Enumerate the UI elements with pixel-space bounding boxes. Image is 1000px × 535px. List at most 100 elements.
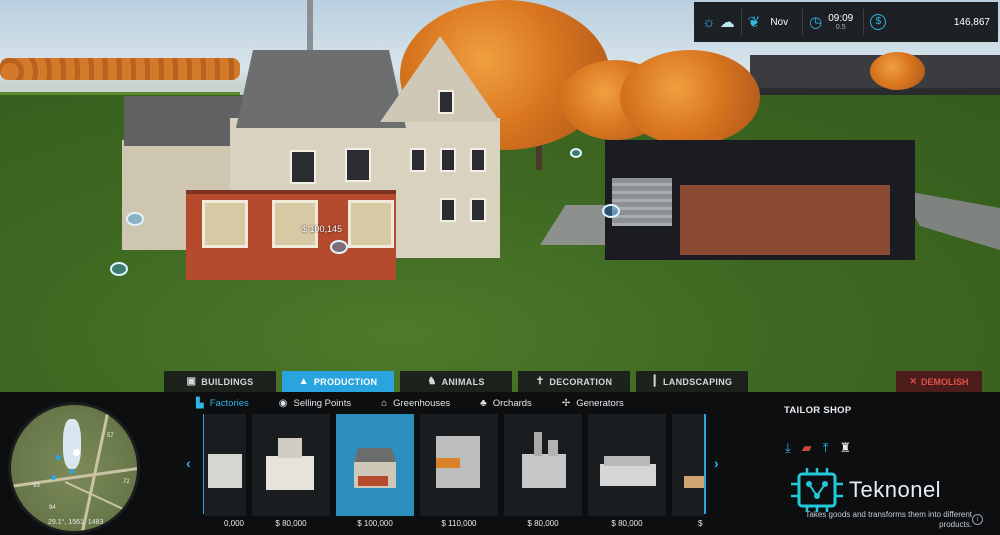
subcat-label: Greenhouses xyxy=(393,398,451,409)
mart-garage-door xyxy=(612,178,672,226)
tab-label: BUILDINGS xyxy=(201,376,254,387)
minimap[interactable]: 57 72 93 94 xyxy=(8,402,140,534)
window xyxy=(345,148,371,182)
building-item[interactable]: $ 80,000 xyxy=(252,412,330,532)
figure-icon: ✝ xyxy=(535,376,545,387)
item-price: $ 110,000 xyxy=(441,519,477,528)
map-lake xyxy=(63,419,81,469)
demolish-label: DEMOLISH xyxy=(921,376,969,387)
building-model xyxy=(548,440,558,456)
tractor-icon: ▣ xyxy=(186,376,197,387)
trigger-marker-icon[interactable] xyxy=(330,240,348,254)
sun-icon: ☼ xyxy=(702,13,716,31)
placement-price-tag: $ 100,145 xyxy=(302,224,343,234)
tab-label: PRODUCTION xyxy=(313,376,378,387)
hud-divider xyxy=(863,9,865,35)
tab-label: ANIMALS xyxy=(441,376,485,387)
item-price: 0,000 xyxy=(223,519,244,528)
item-thumbnail xyxy=(336,414,414,516)
tab-production[interactable]: ▲ PRODUCTION xyxy=(282,371,394,392)
map-label: 57 xyxy=(107,433,114,439)
building-model xyxy=(208,454,242,488)
item-price: $ 80,000 xyxy=(275,519,307,528)
building-carousel: 0,000 $ 80,000 $ 100,000 $ 110,000 $ 80,… xyxy=(204,412,704,532)
subcat-label: Generators xyxy=(576,398,624,409)
subcategory-bar: ▙ Factories ◉ Selling Points ⌂ Greenhous… xyxy=(196,398,624,409)
info-icon[interactable]: i xyxy=(972,514,983,525)
item-thumbnail xyxy=(204,414,246,516)
building-item[interactable]: $ xyxy=(672,412,704,532)
tab-decoration[interactable]: ✝ DECORATION xyxy=(518,371,630,392)
item-thumbnail xyxy=(504,414,582,516)
window xyxy=(290,150,316,184)
carousel-edge xyxy=(704,414,706,514)
building-model xyxy=(600,464,656,486)
autumn-tree xyxy=(870,52,925,90)
clothing-icon: ♜ xyxy=(839,440,852,455)
item-price: $ xyxy=(698,519,703,528)
carousel-prev-button[interactable]: ‹ xyxy=(186,455,191,471)
shop-window xyxy=(348,200,394,248)
utility-pole xyxy=(307,0,313,55)
building-item[interactable]: 0,000 xyxy=(204,412,246,532)
house-roof xyxy=(236,50,406,128)
demolish-button[interactable]: ✕ DEMOLISH xyxy=(896,371,982,392)
trigger-marker-icon[interactable] xyxy=(126,212,144,226)
hud-divider xyxy=(802,9,804,35)
building-item[interactable]: $ 110,000 xyxy=(420,412,498,532)
plant-icon: ❦ xyxy=(747,13,761,31)
map-label: 72 xyxy=(123,479,130,485)
subcat-orchards[interactable]: ♣ Orchards xyxy=(480,398,532,409)
clock-icon: ◷ xyxy=(809,13,823,31)
production-icons: ⤓ ▰ ⤒ ♜ xyxy=(785,440,851,456)
orchard-icon: ♣ xyxy=(480,398,487,409)
item-thumbnail xyxy=(420,414,498,516)
building-item[interactable]: $ 80,000 xyxy=(588,412,666,532)
carousel-next-button[interactable]: › xyxy=(714,455,719,471)
building-model xyxy=(604,456,650,466)
building-item-selected[interactable]: $ 100,000 xyxy=(336,412,414,532)
building-model xyxy=(534,432,542,456)
selected-building-title: TAILOR SHOP xyxy=(784,405,852,416)
player-position-icon xyxy=(73,449,80,456)
money-label: 146,867 xyxy=(953,16,990,28)
shovel-icon: ┃ xyxy=(651,376,658,387)
item-price: $ 80,000 xyxy=(611,519,643,528)
trigger-marker-icon[interactable] xyxy=(602,204,620,218)
map-poi-icon xyxy=(56,455,61,460)
map-poi-icon xyxy=(69,469,74,474)
trigger-marker-icon[interactable] xyxy=(110,262,128,276)
tab-label: LANDSCAPING xyxy=(663,376,733,387)
window xyxy=(438,90,454,114)
tab-buildings[interactable]: ▣ BUILDINGS xyxy=(164,371,276,392)
distant-trees xyxy=(0,58,240,80)
upload-icon: ⤒ xyxy=(822,440,829,455)
dollar-coin-icon: $ xyxy=(870,14,887,30)
game-viewport[interactable]: $ 100,145 xyxy=(0,0,1000,392)
tab-landscaping[interactable]: ┃ LANDSCAPING xyxy=(636,371,748,392)
subcat-generators[interactable]: ✢ Generators xyxy=(562,398,624,409)
cow-icon: ♞ xyxy=(427,376,437,387)
top-hud: ☼ ☁ ❦ Nov ◷ 09:09 0.5 $ 146,867 xyxy=(694,2,998,42)
building-model xyxy=(278,438,302,458)
building-model xyxy=(358,476,388,486)
hud-divider xyxy=(740,9,742,35)
watermark-logo: Teknonel xyxy=(791,468,941,512)
trigger-marker-icon[interactable] xyxy=(570,148,582,158)
fabric-icon: ▰ xyxy=(801,440,812,455)
subcat-greenhouses[interactable]: ⌂ Greenhouses xyxy=(381,398,450,409)
time-display: 09:09 0.5 xyxy=(828,13,853,31)
subcat-selling-points[interactable]: ◉ Selling Points xyxy=(279,398,351,409)
tab-label: DECORATION xyxy=(549,376,613,387)
building-model xyxy=(522,454,566,488)
mart-brick-wall xyxy=(680,185,890,255)
dollar-icon: ◉ xyxy=(278,398,288,409)
autumn-tree xyxy=(620,50,760,145)
tab-animals[interactable]: ♞ ANIMALS xyxy=(400,371,512,392)
window xyxy=(470,198,486,222)
window xyxy=(470,148,486,172)
map-poi-icon xyxy=(51,475,56,480)
subcat-factories[interactable]: ▙ Factories xyxy=(196,398,249,409)
factory-icon: ▲ xyxy=(298,376,309,387)
building-item[interactable]: $ 80,000 xyxy=(504,412,582,532)
